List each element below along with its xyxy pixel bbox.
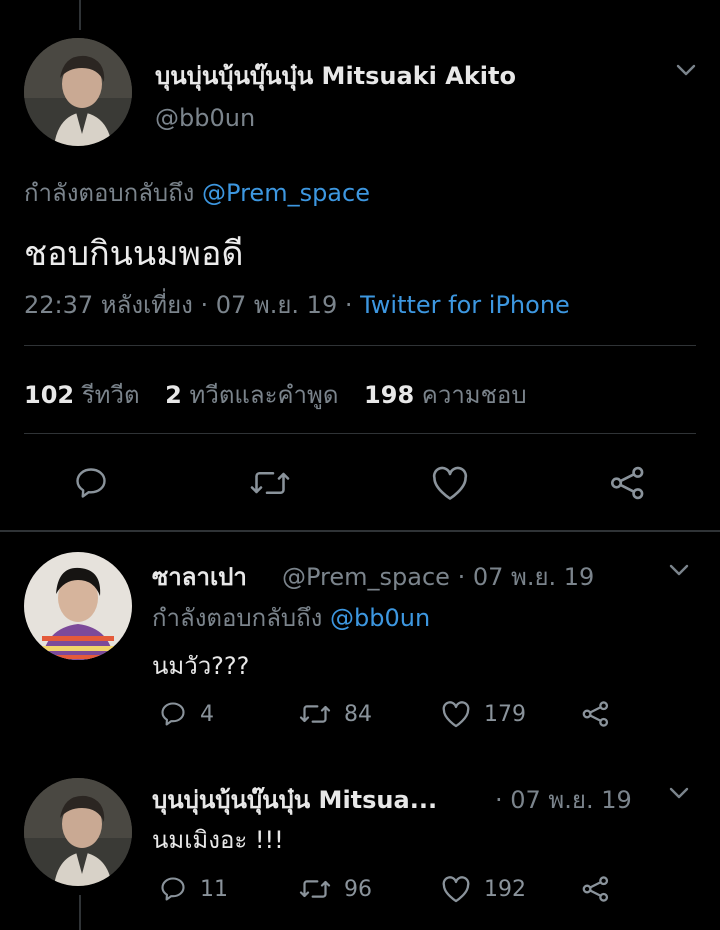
share-icon [582, 876, 609, 902]
reply-display-name[interactable]: บุนบุ่นบุ้นบุ๊นบุ๋น Mitsua... [152, 780, 437, 819]
tweet-text: ชอบกินนมพอดี [24, 234, 244, 274]
retweet-count: 96 [344, 876, 372, 902]
divider [24, 345, 696, 346]
quotes-count: 2 [165, 381, 182, 409]
like-button[interactable]: 179 [440, 700, 526, 728]
replying-to-link[interactable]: @Prem_space [202, 179, 370, 207]
tweet-stats: 102 รีทวีต 2 ทวีตและคำพูด 198 ความชอบ [24, 375, 527, 414]
tweet-meta: 22:37 หลังเที่ยง · 07 พ.ย. 19 · Twitter … [24, 285, 570, 324]
quotes-stat[interactable]: 2 ทวีตและคำพูด [165, 381, 338, 409]
like-button[interactable] [430, 465, 470, 501]
retweet-button[interactable]: 84 [298, 700, 372, 728]
reply-handle-date[interactable]: @Prem_space · 07 พ.ย. 19 [282, 557, 594, 596]
share-icon [582, 701, 609, 727]
share-button[interactable] [580, 875, 612, 903]
author-handle[interactable]: @bb0un [155, 104, 255, 132]
chevron-down-icon[interactable] [668, 785, 690, 801]
reply-count: 11 [200, 876, 228, 902]
retweets-label: รีทวีต [81, 381, 140, 409]
reply-button[interactable] [72, 465, 110, 501]
chevron-down-icon[interactable] [668, 562, 690, 578]
heart-icon [432, 466, 468, 500]
heart-icon [442, 701, 470, 728]
thread-line-bottom [79, 895, 81, 930]
replying-prefix: กำลังตอบกลับถึง [152, 604, 323, 632]
share-button[interactable] [608, 465, 648, 501]
retweets-count: 102 [24, 381, 75, 409]
tweet-timestamp: 22:37 หลังเที่ยง · 07 พ.ย. 19 · [24, 291, 361, 319]
replying-to-line: กำลังตอบกลับถึง @Prem_space [24, 173, 370, 212]
author-display-name[interactable]: บุนบุ่นบุ้นบุ๊นบุ๋น Mitsuaki Akito [155, 56, 516, 95]
reply-avatar[interactable] [24, 552, 132, 660]
quotes-label: ทวีตและคำพูด [189, 381, 339, 409]
replying-to-link[interactable]: @bb0un [330, 604, 430, 632]
reply-icon [76, 468, 106, 498]
retweet-button[interactable] [249, 465, 291, 501]
likes-stat[interactable]: 198 ความชอบ [364, 381, 527, 409]
reply-button[interactable]: 4 [158, 700, 214, 728]
share-icon [610, 466, 644, 500]
reply-icon [161, 702, 185, 726]
reply-text: นมวัว??? [152, 652, 250, 680]
like-button[interactable]: 192 [440, 875, 526, 903]
reply-icon [161, 877, 185, 901]
reply-replying-to-line: กำลังตอบกลับถึง @bb0un [152, 598, 430, 637]
likes-label: ความชอบ [421, 381, 527, 409]
thread-line-top [79, 0, 81, 30]
reply-display-name[interactable]: ซาลาเปา [152, 557, 247, 596]
replying-prefix: กำลังตอบกลับถึง [24, 179, 195, 207]
heart-icon [442, 876, 470, 903]
reply-button[interactable]: 11 [158, 875, 228, 903]
section-divider [0, 530, 720, 532]
likes-count: 198 [364, 381, 415, 409]
retweet-icon [299, 880, 331, 898]
like-count: 192 [484, 876, 526, 902]
reply-date[interactable]: · 07 พ.ย. 19 [495, 780, 632, 819]
retweet-icon [299, 705, 331, 723]
retweets-stat[interactable]: 102 รีทวีต [24, 381, 140, 409]
reply-count: 4 [200, 701, 214, 727]
chevron-down-icon[interactable] [675, 62, 697, 78]
like-count: 179 [484, 701, 526, 727]
tweet-source-link[interactable]: Twitter for iPhone [360, 291, 570, 319]
reply-avatar[interactable] [24, 778, 132, 886]
divider [24, 433, 696, 434]
retweet-count: 84 [344, 701, 372, 727]
retweet-button[interactable]: 96 [298, 875, 372, 903]
reply-text: นมเมิงอะ !!! [152, 826, 284, 854]
author-avatar[interactable] [24, 38, 132, 146]
share-button[interactable] [580, 700, 612, 728]
retweet-icon [250, 471, 290, 495]
